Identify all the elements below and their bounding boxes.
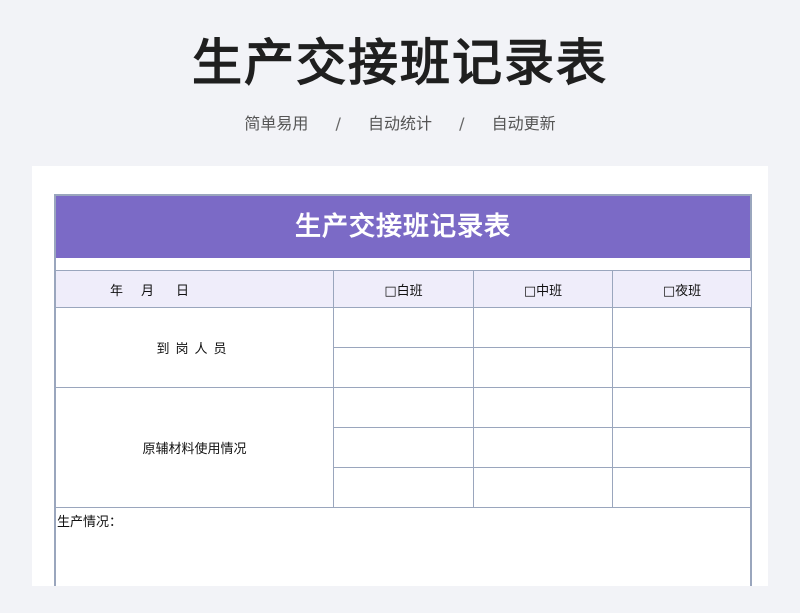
- page-title: 生产交接班记录表: [192, 34, 608, 92]
- table-row: 原辅材料使用情况: [55, 387, 752, 508]
- shift-night-checkbox[interactable]: □夜班: [612, 270, 752, 308]
- table-cell[interactable]: [333, 427, 474, 468]
- subtitle: 简单易用 / 自动统计 / 自动更新: [0, 112, 800, 136]
- table-cell[interactable]: [612, 307, 752, 348]
- table-cell[interactable]: [333, 467, 474, 508]
- subtitle-separator: /: [459, 114, 465, 133]
- table-row: 生产情况：: [55, 507, 752, 586]
- subtitle-item-easy: 简单易用: [244, 114, 309, 133]
- table-cell[interactable]: [612, 467, 752, 508]
- table-cell[interactable]: [333, 307, 474, 348]
- table-cell[interactable]: [333, 387, 474, 428]
- sheet-title: 生产交接班记录表: [56, 196, 750, 258]
- date-day-label: 日: [176, 283, 190, 299]
- table-header-row: 年 月 日 □白班 □中班 □夜班: [55, 270, 752, 308]
- subtitle-item-auto-stats: 自动统计: [367, 114, 432, 133]
- table-cell[interactable]: [612, 427, 752, 468]
- table-cell[interactable]: [473, 387, 613, 428]
- table-row: 到岗人员: [55, 307, 752, 388]
- table-cell[interactable]: [473, 467, 613, 508]
- materials-label: 原辅材料使用情况: [55, 387, 334, 508]
- table-cell[interactable]: [473, 347, 613, 388]
- date-cell[interactable]: 年月日: [55, 270, 334, 308]
- table-cell[interactable]: [333, 347, 474, 388]
- subtitle-separator: /: [335, 114, 341, 133]
- staff-label: 到岗人员: [55, 307, 334, 388]
- shift-day-checkbox[interactable]: □白班: [333, 270, 474, 308]
- table-cell[interactable]: [473, 307, 613, 348]
- shift-record-sheet: 生产交接班记录表 年 月 日 □白班 □中班 □夜班 到岗人员 原辅材料使用情况 生…: [54, 194, 752, 586]
- shift-record-table: 年 月 日 □白班 □中班 □夜班 到岗人员 原辅材料使用情况 生产情况：: [55, 270, 752, 586]
- table-cell[interactable]: [612, 347, 752, 388]
- production-status-cell[interactable]: 生产情况：: [55, 507, 752, 586]
- table-cell[interactable]: [612, 387, 752, 428]
- table-cell[interactable]: [473, 427, 613, 468]
- subtitle-item-auto-update: 自动更新: [491, 114, 556, 133]
- preview-card: 生产交接班记录表 年 月 日 □白班 □中班 □夜班 到岗人员 原辅材料使用情况 生…: [32, 166, 768, 586]
- date-month-label: 月: [140, 283, 154, 299]
- shift-middle-checkbox[interactable]: □中班: [473, 270, 613, 308]
- date-year-label: 年: [109, 283, 123, 299]
